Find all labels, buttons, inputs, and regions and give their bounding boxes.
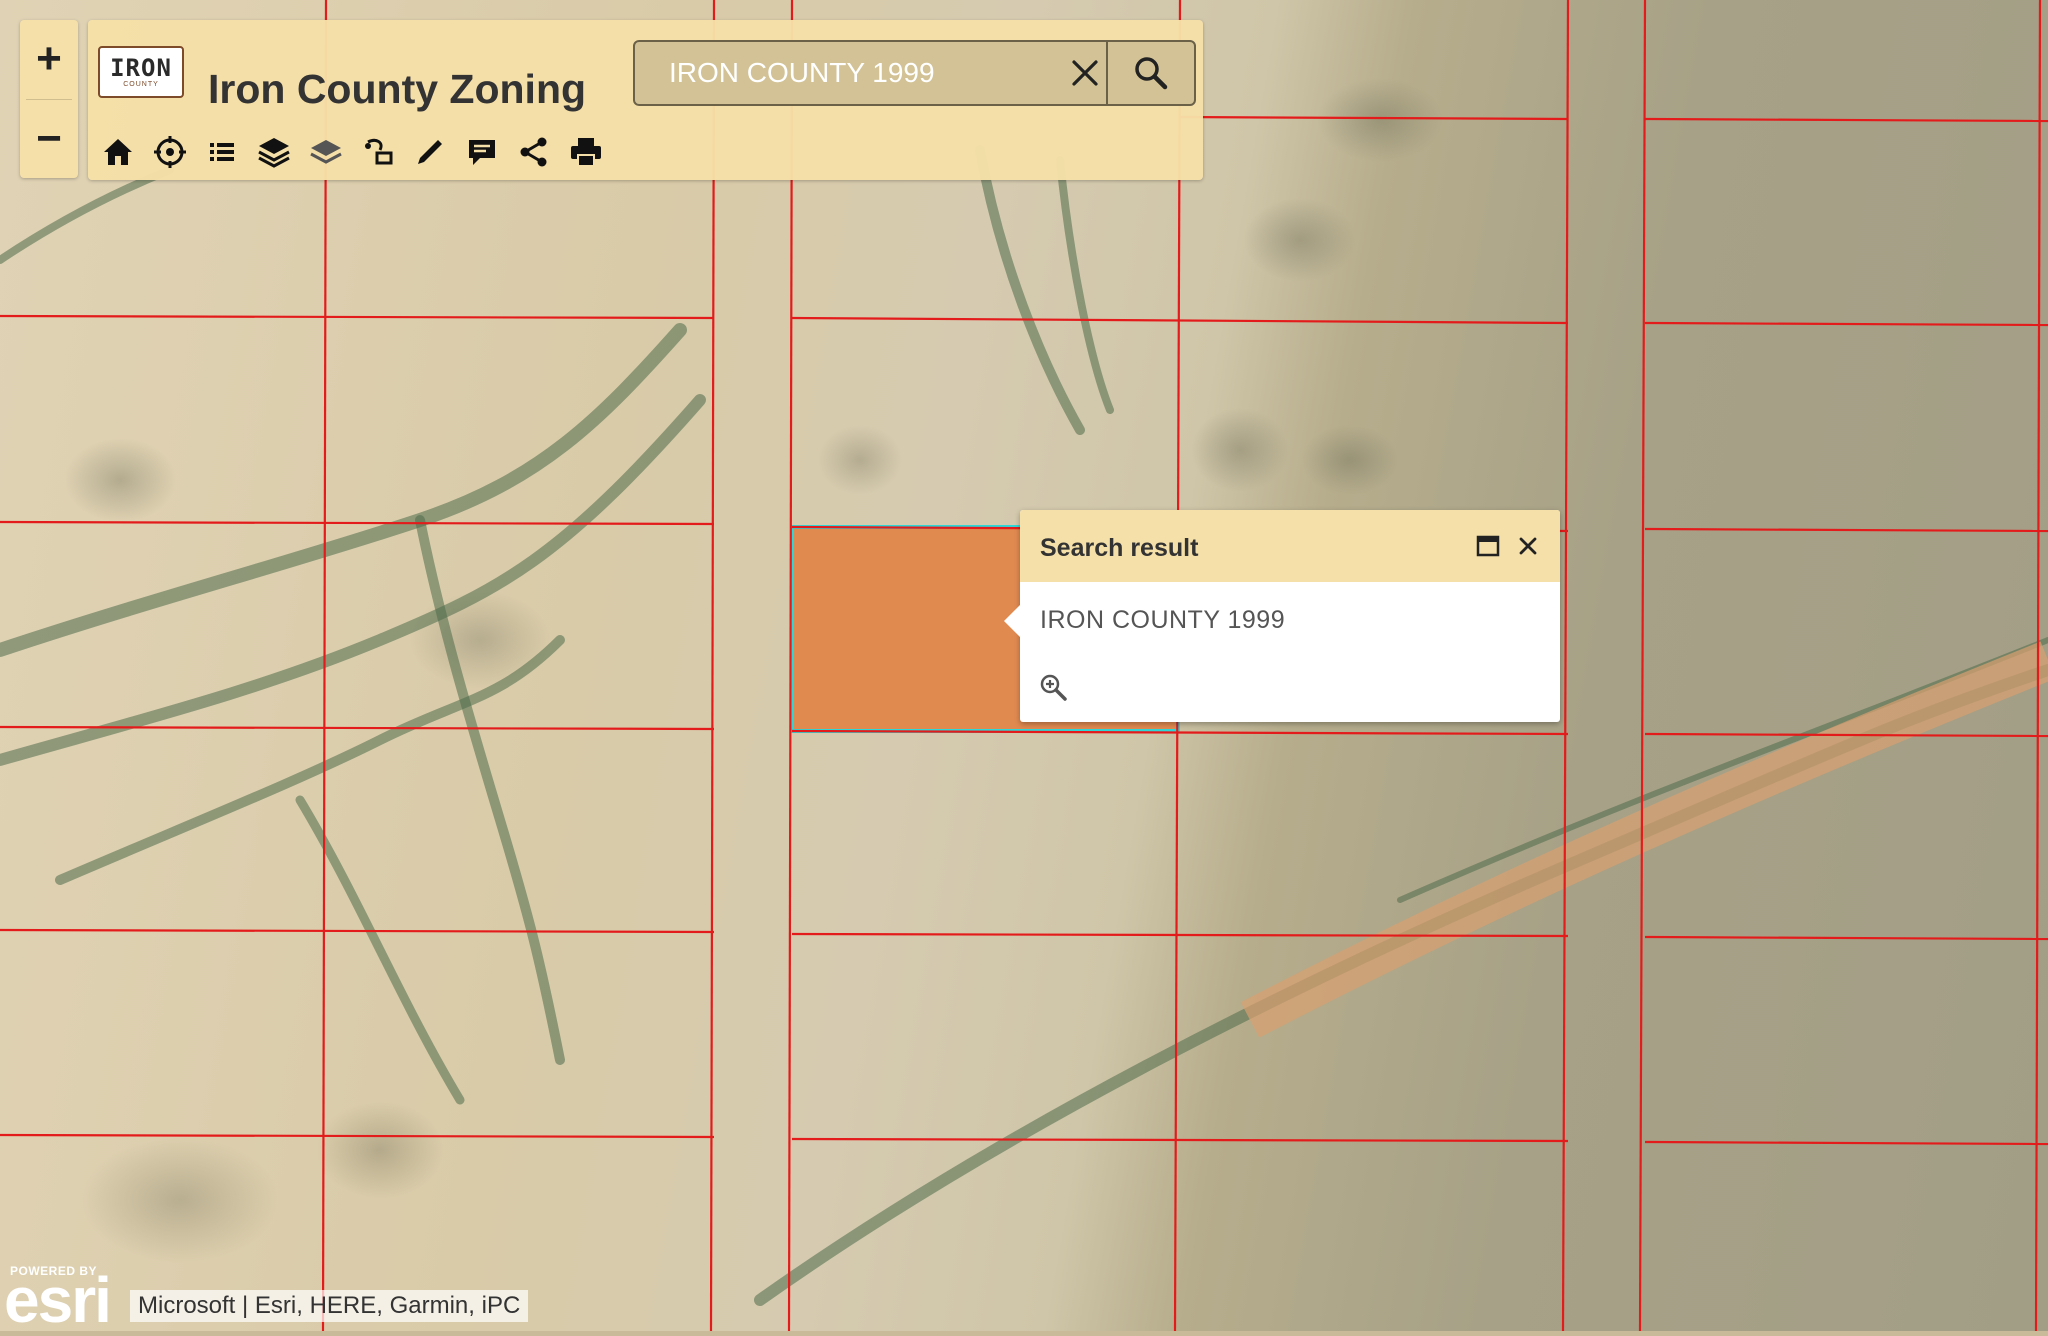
app-header: IRON COUNTY Iron County Zoning — [88, 20, 1203, 180]
logo-subtext: COUNTY — [123, 80, 159, 88]
legend-icon — [210, 143, 234, 161]
locate-button[interactable] — [144, 130, 196, 174]
esri-wordmark: esri — [4, 1264, 112, 1336]
search-box — [633, 40, 1196, 106]
legend-button[interactable] — [196, 130, 248, 174]
maximize-icon — [1476, 535, 1500, 557]
basemap-button[interactable] — [300, 130, 352, 174]
locate-icon — [154, 136, 186, 168]
popup-pointer — [1004, 604, 1021, 638]
basemap-icon — [310, 140, 342, 164]
map-attribution: Microsoft | Esri, HERE, Garmin, iPC — [130, 1290, 529, 1322]
search-icon — [1135, 57, 1168, 90]
zoom-in-icon — [1040, 674, 1067, 701]
search-result-popup: Search result IRON COUNTY 1999 — [1004, 510, 1560, 722]
popup-title: Search result — [1040, 534, 1199, 562]
home-button[interactable] — [92, 130, 144, 174]
measure-icon — [365, 138, 393, 165]
comment-button[interactable] — [456, 130, 508, 174]
popup-zoom-to-button[interactable] — [1038, 672, 1070, 704]
toolbar — [92, 130, 612, 174]
layer-list-icon — [258, 138, 290, 168]
zoom-control: + − — [20, 20, 78, 178]
comment-icon — [469, 140, 495, 165]
share-button[interactable] — [508, 130, 560, 174]
iron-county-logo: IRON COUNTY — [98, 46, 184, 98]
popup-close-button[interactable] — [1512, 530, 1544, 562]
close-icon — [1519, 537, 1537, 555]
share-icon — [520, 137, 547, 167]
search-clear-button[interactable] — [1059, 42, 1111, 104]
logo-text: IRON — [110, 53, 172, 82]
popup-content: IRON COUNTY 1999 — [1040, 606, 1286, 634]
draw-icon — [418, 140, 442, 164]
search-input[interactable] — [635, 42, 1055, 104]
measure-button[interactable] — [352, 130, 404, 174]
layer-list-button[interactable] — [248, 130, 300, 174]
search-button[interactable] — [1106, 42, 1194, 104]
print-icon — [571, 138, 601, 167]
zoom-out-button[interactable]: − — [20, 100, 78, 178]
popup-maximize-button[interactable] — [1472, 530, 1504, 562]
zoom-in-button[interactable]: + — [20, 20, 78, 98]
app-title: Iron County Zoning — [208, 66, 587, 112]
close-icon — [1072, 60, 1098, 86]
draw-button[interactable] — [404, 130, 456, 174]
popup-header: Search result — [1020, 510, 1560, 582]
print-button[interactable] — [560, 130, 612, 174]
home-icon — [104, 139, 132, 165]
